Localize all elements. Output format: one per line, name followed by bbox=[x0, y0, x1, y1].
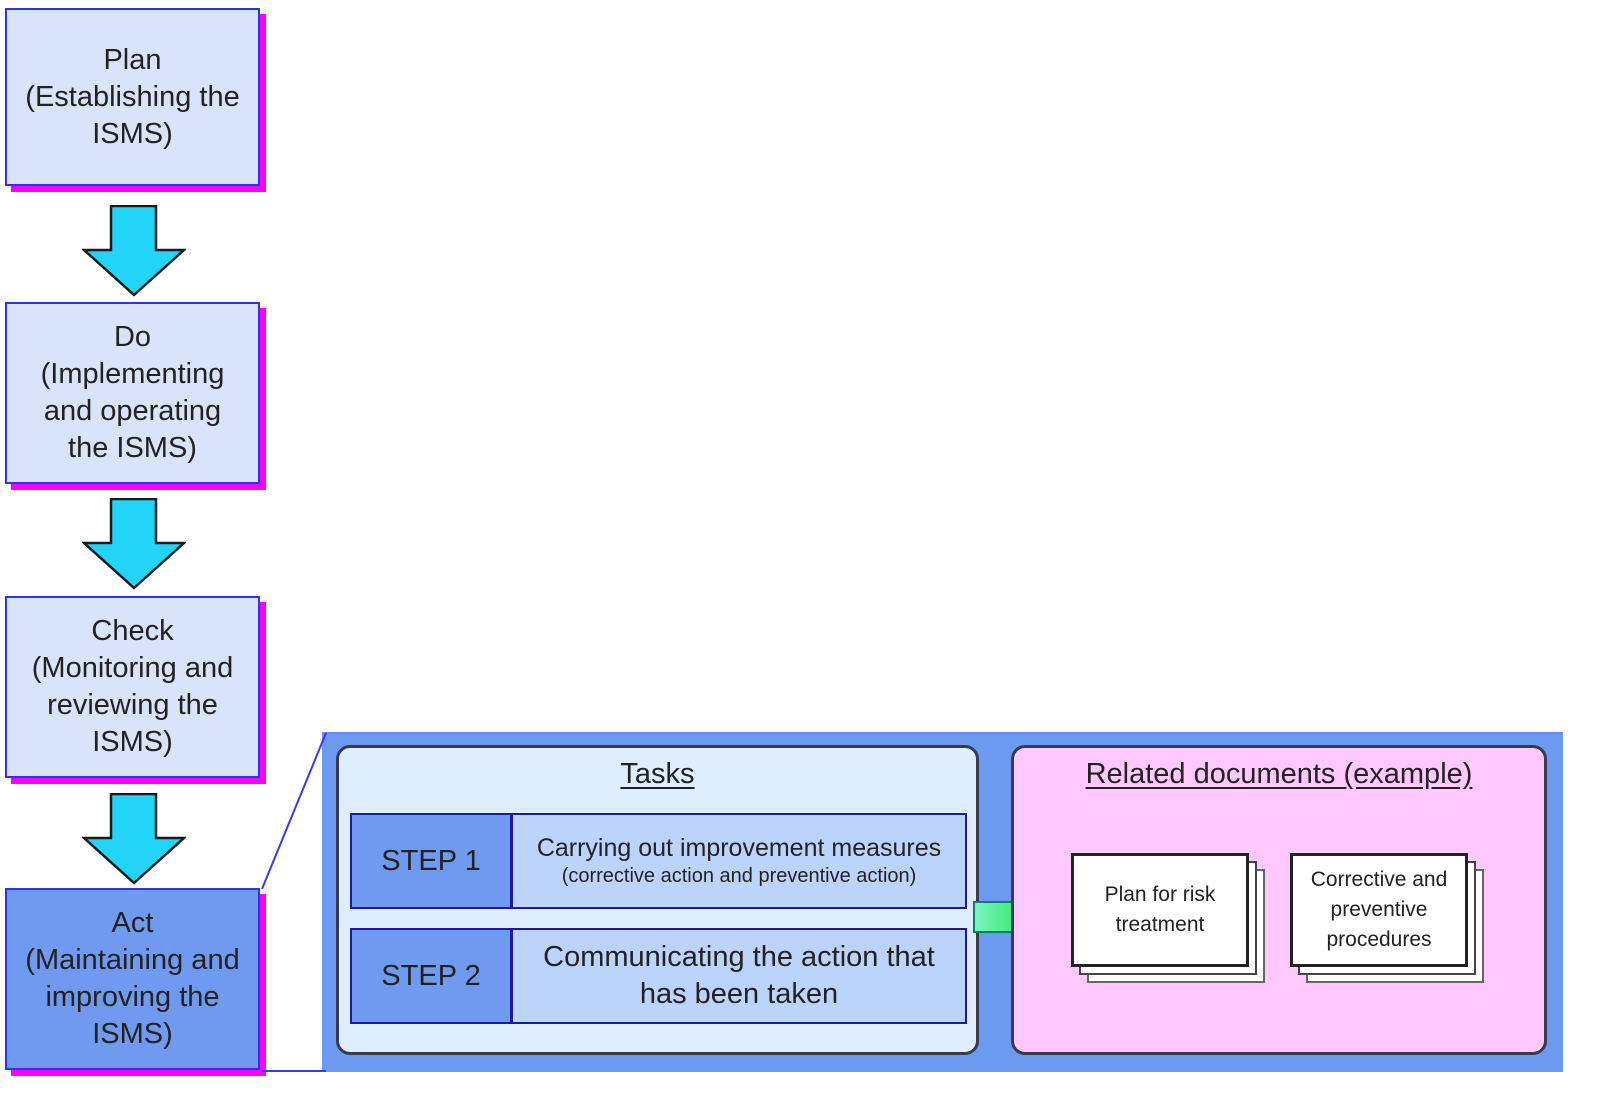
flow-arrow-plan-to-do-icon bbox=[82, 205, 186, 297]
step-2-description: Communicating the action that has been t… bbox=[513, 930, 965, 1022]
document-sheet-front: Corrective and preventive procedures bbox=[1290, 853, 1468, 967]
document-title: Plan for risk treatment bbox=[1104, 883, 1216, 936]
phase-check: Check (Monitoring and reviewing the ISMS… bbox=[5, 596, 260, 778]
phase-check-label: Check (Monitoring and reviewing the ISMS… bbox=[31, 615, 234, 758]
phase-plan: Plan (Establishing the ISMS) bbox=[5, 8, 260, 186]
step-1-note: (corrective action and preventive action… bbox=[561, 865, 917, 887]
phase-do-label: Do (Implementing and operating the ISMS) bbox=[40, 321, 225, 464]
flow-arrow-check-to-act-icon bbox=[82, 793, 186, 885]
document-sheet-front: Plan for risk treatment bbox=[1071, 853, 1249, 967]
step-1-label: STEP 1 bbox=[352, 815, 513, 907]
step-1-description: Carrying out improvement measures (corre… bbox=[513, 815, 965, 907]
phase-act-label: Act (Maintaining and improving the ISMS) bbox=[25, 907, 240, 1050]
document-title: Corrective and preventive procedures bbox=[1310, 868, 1448, 951]
flow-arrow-do-to-check-icon bbox=[82, 498, 186, 590]
related-documents-title: Related documents (example) bbox=[1085, 758, 1473, 790]
phase-act: Act (Maintaining and improving the ISMS) bbox=[5, 888, 260, 1070]
tasks-title: Tasks bbox=[620, 758, 695, 790]
step-row-2: STEP 2 Communicating the action that has… bbox=[350, 928, 967, 1024]
document-corrective-preventive-procedures: Corrective and preventive procedures bbox=[1290, 853, 1490, 988]
phase-plan-label: Plan (Establishing the ISMS) bbox=[25, 43, 240, 150]
step-1-main-text: Carrying out improvement measures bbox=[536, 834, 942, 862]
phase-do: Do (Implementing and operating the ISMS) bbox=[5, 302, 260, 484]
step-2-label: STEP 2 bbox=[352, 930, 513, 1022]
document-plan-for-risk-treatment: Plan for risk treatment bbox=[1071, 853, 1271, 988]
step-row-1: STEP 1 Carrying out improvement measures… bbox=[350, 813, 967, 909]
step-2-main-text: Communicating the action that has been t… bbox=[543, 941, 935, 1010]
